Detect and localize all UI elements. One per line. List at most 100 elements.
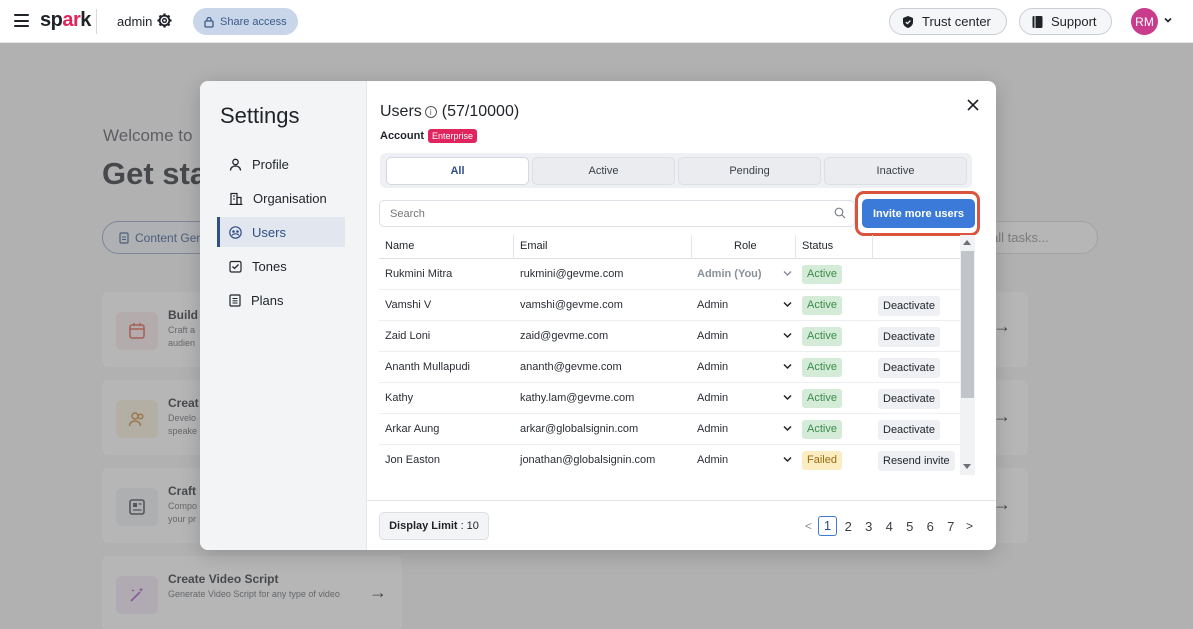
tab-pending[interactable]: Pending xyxy=(678,157,821,185)
book-icon xyxy=(1032,15,1043,28)
table-row: Vamshi V vamshi@gevme.com Admin Active D… xyxy=(379,290,960,321)
footer-divider xyxy=(367,500,996,501)
table-row: Rukmini Mitra rukmini@gevme.com Admin (Y… xyxy=(379,259,960,290)
tab-active[interactable]: Active xyxy=(532,157,675,185)
person-icon xyxy=(229,158,242,171)
table-row: Arkar Aung arkar@globalsignin.com Admin … xyxy=(379,414,960,445)
share-access-button[interactable]: Share access xyxy=(193,8,298,35)
resend-invite-button[interactable]: Resend invite xyxy=(878,451,955,471)
gear-icon[interactable] xyxy=(157,13,172,28)
tab-all[interactable]: All xyxy=(386,157,529,185)
page-2[interactable]: 2 xyxy=(838,519,859,534)
chevron-down-icon[interactable] xyxy=(1163,15,1173,25)
user-search-input[interactable] xyxy=(379,200,855,227)
chevron-down-icon[interactable] xyxy=(783,270,792,277)
page-4[interactable]: 4 xyxy=(879,519,900,534)
role-select[interactable]: Admin xyxy=(697,330,728,342)
sidebar-item-label: Plans xyxy=(251,292,284,308)
user-name: Vamshi V xyxy=(385,299,432,311)
user-email: kathy.lam@gevme.com xyxy=(520,392,635,404)
status-badge: Active xyxy=(802,296,842,315)
next-page-icon[interactable]: > xyxy=(961,519,978,533)
column-header-status[interactable]: Status xyxy=(802,240,833,252)
settings-title: Settings xyxy=(220,103,300,128)
users-icon xyxy=(229,225,242,239)
table-scrollbar[interactable] xyxy=(960,235,975,475)
tones-icon xyxy=(229,260,242,273)
status-badge: Active xyxy=(802,265,842,284)
nav-divider xyxy=(96,9,97,34)
sidebar-item-plans[interactable]: Plans xyxy=(217,285,345,315)
sidebar-item-label: Tones xyxy=(252,258,287,274)
column-divider xyxy=(795,235,796,259)
deactivate-button[interactable]: Deactivate xyxy=(878,296,940,316)
deactivate-button[interactable]: Deactivate xyxy=(878,327,940,347)
deactivate-button[interactable]: Deactivate xyxy=(878,420,940,440)
column-header-email[interactable]: Email xyxy=(520,240,548,252)
column-header-role[interactable]: Role xyxy=(734,240,757,252)
deactivate-button[interactable]: Deactivate xyxy=(878,358,940,378)
chevron-down-icon[interactable] xyxy=(783,456,792,463)
user-email: ananth@gevme.com xyxy=(520,361,622,373)
user-name: Rukmini Mitra xyxy=(385,268,453,280)
tab-inactive[interactable]: Inactive xyxy=(824,157,967,185)
deactivate-button[interactable]: Deactivate xyxy=(878,389,940,409)
role-select[interactable]: Admin (You) xyxy=(697,268,762,280)
display-limit-value: 10 xyxy=(466,520,479,532)
page-6[interactable]: 6 xyxy=(920,519,941,534)
chevron-down-icon[interactable] xyxy=(783,394,792,401)
table-row: Kathy kathy.lam@gevme.com Admin Active D… xyxy=(379,383,960,414)
role-select[interactable]: Admin xyxy=(697,361,728,373)
close-icon[interactable] xyxy=(965,97,981,113)
shield-icon xyxy=(903,15,913,28)
sidebar-item-profile[interactable]: Profile xyxy=(217,149,345,179)
trust-center-button[interactable]: Trust center xyxy=(889,8,1007,35)
search-icon xyxy=(834,207,846,219)
users-table-header: Name Email Role Status xyxy=(379,235,975,259)
page-7[interactable]: 7 xyxy=(941,519,962,534)
menu-icon[interactable] xyxy=(14,14,29,27)
page-3[interactable]: 3 xyxy=(859,519,880,534)
role-select[interactable]: Admin xyxy=(697,423,728,435)
chevron-down-icon[interactable] xyxy=(783,363,792,370)
user-email: zaid@gevme.com xyxy=(520,330,609,342)
sidebar-item-label: Profile xyxy=(252,156,289,172)
pagination: < 1 2 3 4 5 6 7 > xyxy=(800,516,978,536)
invite-more-users-button[interactable]: Invite more users xyxy=(862,199,975,228)
user-avatar[interactable]: RM xyxy=(1131,8,1158,35)
status-badge: Active xyxy=(802,389,842,408)
users-heading: Users i (57/10000) xyxy=(380,103,519,121)
role-select[interactable]: Admin xyxy=(697,299,728,311)
chevron-down-icon[interactable] xyxy=(783,301,792,308)
role-select[interactable]: Admin xyxy=(697,454,728,466)
chevron-down-icon[interactable] xyxy=(783,425,792,432)
user-email: jonathan@globalsignin.com xyxy=(520,454,656,466)
user-name: Arkar Aung xyxy=(385,423,440,435)
user-name: Ananth Mullapudi xyxy=(385,361,471,373)
sidebar-item-organisation[interactable]: Organisation xyxy=(217,183,345,213)
sidebar-item-tones[interactable]: Tones xyxy=(217,251,345,281)
support-button[interactable]: Support xyxy=(1019,8,1112,35)
spark-logo[interactable]: spark xyxy=(40,9,91,32)
scroll-thumb[interactable] xyxy=(961,251,974,398)
user-email: rukmini@gevme.com xyxy=(520,268,624,280)
users-table-body: Rukmini Mitra rukmini@gevme.com Admin (Y… xyxy=(379,259,960,475)
sidebar-item-users[interactable]: Users xyxy=(217,217,345,247)
previous-page-icon[interactable]: < xyxy=(800,519,817,533)
table-row: Ananth Mullapudi ananth@gevme.com Admin … xyxy=(379,352,960,383)
page-5[interactable]: 5 xyxy=(900,519,921,534)
column-divider xyxy=(691,235,692,259)
display-limit-select[interactable]: Display Limit: 10 xyxy=(379,512,489,540)
column-header-name[interactable]: Name xyxy=(385,240,414,252)
table-row: Zaid Loni zaid@gevme.com Admin Active De… xyxy=(379,321,960,352)
scroll-down-icon[interactable] xyxy=(963,464,971,469)
scroll-up-icon[interactable] xyxy=(963,240,971,245)
support-label: Support xyxy=(1051,14,1097,29)
plans-icon xyxy=(229,293,241,307)
role-select[interactable]: Admin xyxy=(697,392,728,404)
trust-center-label: Trust center xyxy=(922,14,991,29)
info-icon[interactable]: i xyxy=(424,106,437,118)
chevron-down-icon[interactable] xyxy=(783,332,792,339)
user-name: Zaid Loni xyxy=(385,330,431,342)
page-1[interactable]: 1 xyxy=(818,516,837,536)
